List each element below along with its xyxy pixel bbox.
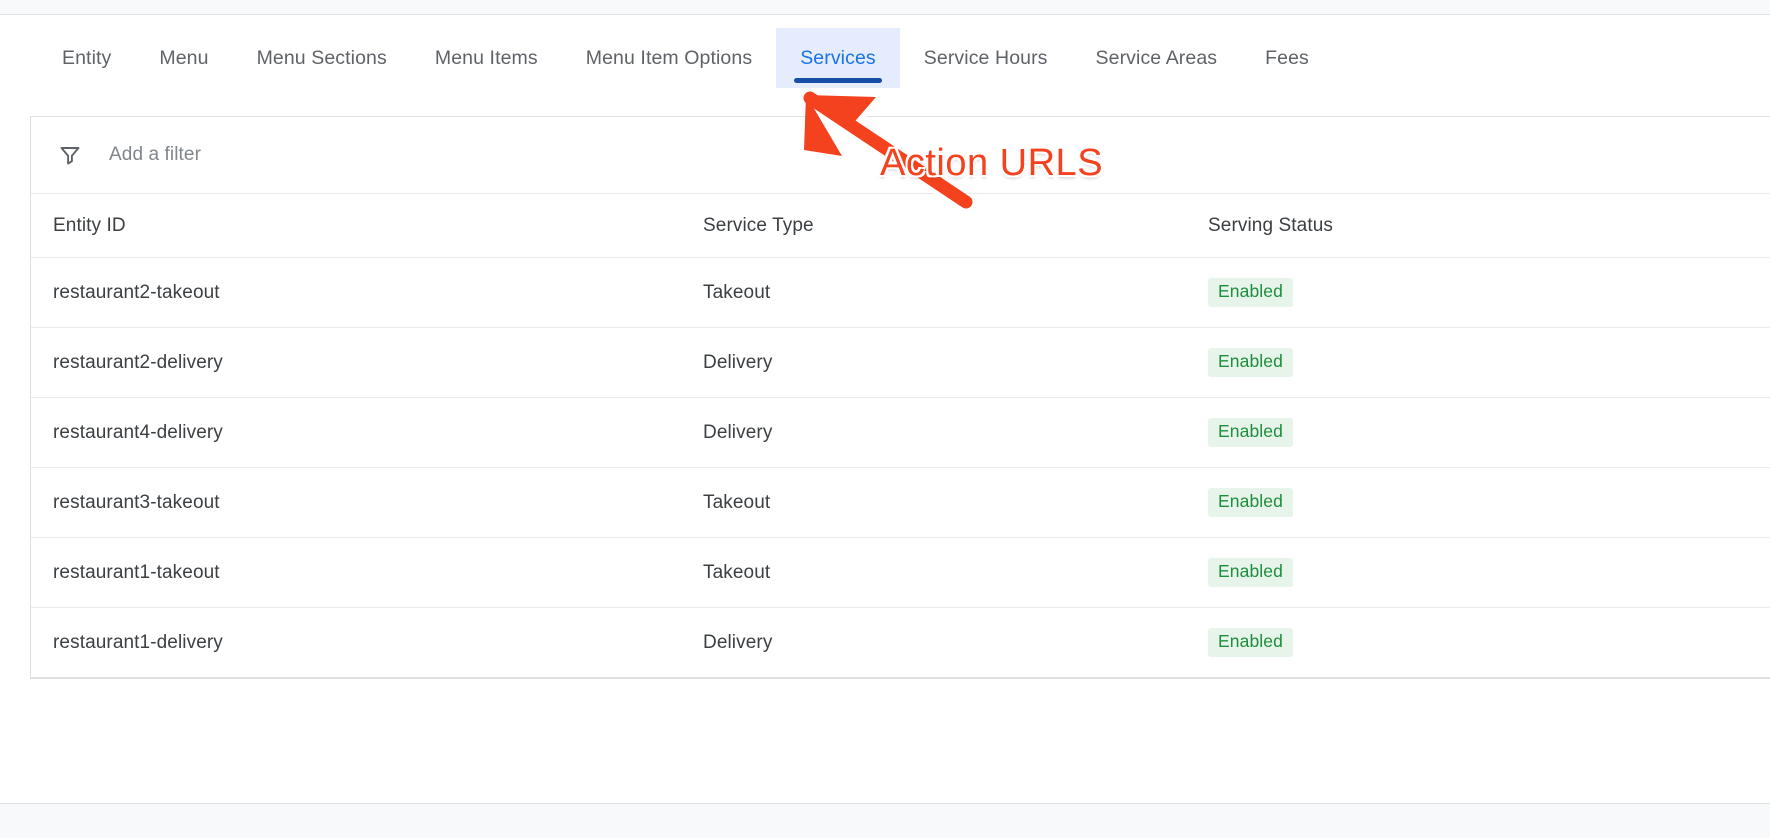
tab-label: Service Areas — [1095, 46, 1218, 69]
cell-serving-status: Enabled — [1208, 327, 1770, 398]
tab-service-areas[interactable]: Service Areas — [1072, 28, 1242, 88]
cell-service-type: Takeout — [703, 257, 1208, 328]
table-row[interactable]: restaurant2-delivery Delivery Enabled — [31, 327, 1770, 398]
table-row[interactable]: restaurant4-delivery Delivery Enabled — [31, 397, 1770, 468]
tab-services[interactable]: Services — [776, 28, 900, 88]
table-row[interactable]: restaurant1-delivery Delivery Enabled — [31, 607, 1770, 678]
cell-service-type: Delivery — [703, 327, 1208, 398]
status-badge: Enabled — [1208, 628, 1293, 657]
tab-label: Services — [800, 46, 876, 69]
tab-label: Service Hours — [923, 46, 1048, 69]
table-header: Entity ID Service Type Serving Status — [31, 194, 1770, 258]
cell-service-type: Delivery — [703, 607, 1208, 678]
tab-label: Menu Sections — [256, 46, 387, 69]
cell-service-type: Takeout — [703, 537, 1208, 608]
tab-label: Menu Items — [434, 46, 538, 69]
cell-entity-id: restaurant1-delivery — [31, 607, 703, 678]
table-body: restaurant2-takeout Takeout Enabled restaur… — [31, 257, 1770, 678]
filter-input-placeholder[interactable]: Add a filter — [109, 144, 201, 166]
tab-menu[interactable]: Menu — [135, 28, 232, 88]
column-header-service-type[interactable]: Service Type — [703, 194, 1208, 258]
cell-entity-id: restaurant2-takeout — [31, 257, 703, 328]
active-tab-underline — [794, 78, 882, 83]
column-header-entity-id[interactable]: Entity ID — [31, 194, 703, 258]
services-table: Entity ID Service Type Serving Status re… — [31, 194, 1770, 678]
status-badge: Enabled — [1208, 278, 1293, 307]
tab-menu-items[interactable]: Menu Items — [411, 28, 562, 88]
tab-label: Menu Item Options — [585, 46, 753, 69]
tab-fees[interactable]: Fees — [1241, 28, 1333, 88]
cell-serving-status: Enabled — [1208, 607, 1770, 678]
table-row[interactable]: restaurant3-takeout Takeout Enabled — [31, 467, 1770, 538]
entity-tab-bar: Entity Menu Menu Sections Menu Items Menu It… — [0, 28, 1770, 88]
filter-bar[interactable]: Add a filter — [31, 117, 1770, 194]
tab-menu-item-options[interactable]: Menu Item Options — [562, 28, 776, 88]
table-header-row: Entity ID Service Type Serving Status — [31, 194, 1770, 258]
cell-service-type: Delivery — [703, 397, 1208, 468]
filter-funnel-icon[interactable] — [55, 140, 85, 170]
tab-entity[interactable]: Entity — [38, 28, 135, 88]
table-row[interactable]: restaurant1-takeout Takeout Enabled — [31, 537, 1770, 608]
cell-serving-status: Enabled — [1208, 397, 1770, 468]
tab-label: Fees — [1265, 46, 1309, 69]
cell-entity-id: restaurant2-delivery — [31, 327, 703, 398]
tab-label: Entity — [62, 46, 112, 69]
cell-serving-status: Enabled — [1208, 537, 1770, 608]
cell-serving-status: Enabled — [1208, 467, 1770, 538]
cell-serving-status: Enabled — [1208, 257, 1770, 328]
app-frame: Entity Menu Menu Sections Menu Items Menu It… — [0, 0, 1770, 838]
status-badge: Enabled — [1208, 348, 1293, 377]
tab-menu-sections[interactable]: Menu Sections — [233, 28, 411, 88]
tab-service-hours[interactable]: Service Hours — [900, 28, 1072, 88]
column-header-serving-status[interactable]: Serving Status — [1208, 194, 1770, 258]
table-row[interactable]: restaurant2-takeout Takeout Enabled — [31, 257, 1770, 328]
cell-entity-id: restaurant4-delivery — [31, 397, 703, 468]
status-badge: Enabled — [1208, 488, 1293, 517]
cell-service-type: Takeout — [703, 467, 1208, 538]
tab-label: Menu — [159, 46, 209, 69]
cell-entity-id: restaurant1-takeout — [31, 537, 703, 608]
cell-entity-id: restaurant3-takeout — [31, 467, 703, 538]
services-table-card: Add a filter Entity ID Service Type Serv… — [30, 116, 1770, 679]
status-badge: Enabled — [1208, 558, 1293, 587]
status-badge: Enabled — [1208, 418, 1293, 447]
